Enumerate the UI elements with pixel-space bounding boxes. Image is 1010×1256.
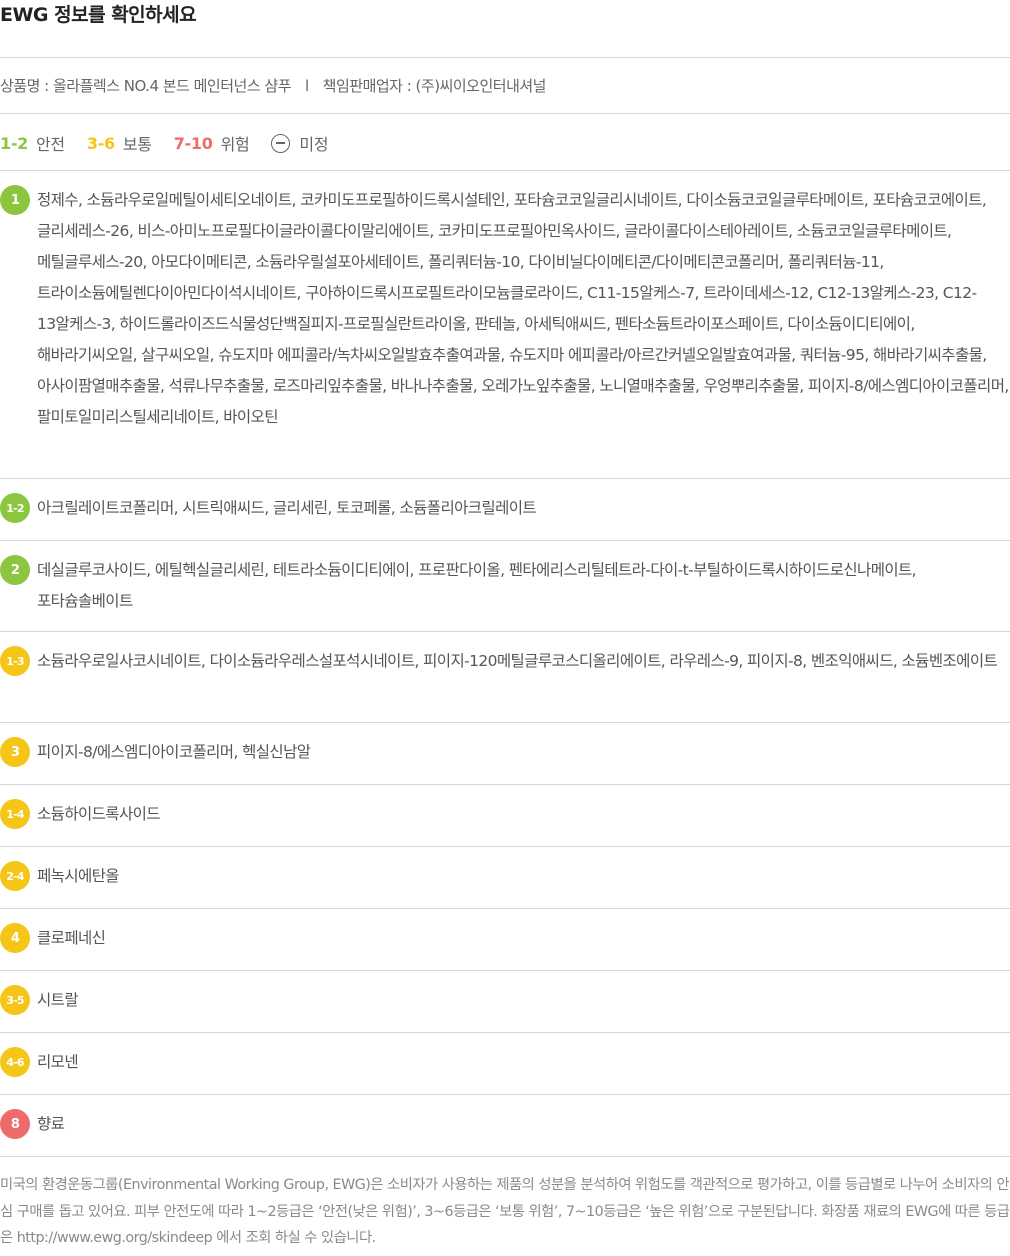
- ingredient-group: 3-5 시트랄: [0, 970, 1010, 1032]
- legend-range: 1-2: [0, 133, 29, 153]
- grade-badge: 1-2: [0, 493, 30, 523]
- grade-badge: 3-5: [0, 985, 30, 1015]
- grade-badge: 4: [0, 923, 30, 953]
- ingredient-list: 소듐라우로일사코시네이트, 다이소듐라우레스설포석시네이트, 피이지-120메틸…: [37, 652, 998, 670]
- ingredient-list: 피이지-8/에스엠디아이코폴리머, 헥실신남알: [37, 743, 311, 761]
- grade-badge: 4-6: [0, 1047, 30, 1077]
- ingredient-list: 페녹시에탄올: [37, 867, 120, 885]
- grade-badge: 1-3: [0, 646, 30, 676]
- legend-safe: 1-2 안전: [0, 131, 65, 155]
- minus-circle-icon: [271, 133, 291, 153]
- ingredient-group: 4-6 리모넨: [0, 1032, 1010, 1094]
- grade-badge: 3: [0, 737, 30, 767]
- ingredient-list: 정제수, 소듐라우로일메틸이세티오네이트, 코카미도프로필하이드록시설테인, 포…: [37, 191, 1009, 426]
- page-title: EWG 정보를 확인하세요: [0, 4, 197, 26]
- legend-label: 보통: [122, 135, 152, 154]
- legend-label: 위험: [220, 135, 250, 154]
- product-maker: 책임판매업자 : (주)씨이오인터내셔널: [322, 77, 547, 95]
- grade-badge: 1: [0, 185, 30, 215]
- legend-danger: 7-10 위험: [174, 131, 250, 155]
- legend-undetermined: 미정: [271, 131, 329, 155]
- ingredient-list: 시트랄: [37, 991, 79, 1009]
- ingredient-group: 1-4 소듐하이드록사이드: [0, 784, 1010, 846]
- legend-range: 3-6: [86, 133, 115, 153]
- legend-range: 7-10: [173, 133, 213, 153]
- grade-badge: 8: [0, 1109, 30, 1139]
- grade-badge: 2: [0, 555, 30, 585]
- ingredient-list: 리모넨: [37, 1053, 79, 1071]
- ingredient-group: 1-3 소듐라우로일사코시네이트, 다이소듐라우레스설포석시네이트, 피이지-1…: [0, 631, 1010, 722]
- legend-label: 안전: [36, 135, 65, 154]
- ingredient-group: 4 클로페네신: [0, 908, 1010, 970]
- ingredient-list: 데실글루코사이드, 에틸헥실글리세린, 테트라소듐이디티에이, 프로판다이올, …: [37, 561, 917, 610]
- ingredient-group: 1 정제수, 소듐라우로일메틸이세티오네이트, 코카미도프로필하이드록시설테인,…: [0, 170, 1010, 478]
- grade-badge: 2-4: [0, 861, 30, 891]
- ingredient-list: 향료: [37, 1115, 65, 1133]
- ingredient-group: 2 데실글루코사이드, 에틸헥실글리세린, 테트라소듐이디티에이, 프로판다이올…: [0, 540, 1010, 631]
- ingredient-list: 소듐하이드록사이드: [37, 805, 161, 823]
- product-separator: l: [305, 77, 309, 95]
- legend-label: 미정: [299, 135, 329, 154]
- ingredient-group: 8 향료: [0, 1094, 1010, 1156]
- product-name: 상품명 : 올라플렉스 NO.4 본드 메인터넌스 샴푸: [0, 77, 292, 95]
- ewg-description: 미국의 환경운동그룹(Environmental Working Group, …: [0, 1177, 1010, 1246]
- ingredient-list: 아크릴레이트코폴리머, 시트릭애씨드, 글리세린, 토코페롤, 소듐폴리아크릴레…: [37, 499, 537, 517]
- ingredient-group: 3 피이지-8/에스엠디아이코폴리머, 헥실신남알: [0, 722, 1010, 784]
- legend-moderate: 3-6 보통: [87, 131, 152, 155]
- grade-legend: 1-2 안전 3-6 보통 7-10 위험 미정: [0, 131, 350, 155]
- divider: [0, 1156, 1010, 1157]
- divider: [0, 113, 1010, 114]
- ingredient-list: 클로페네신: [37, 929, 106, 947]
- divider: [0, 57, 1010, 58]
- ingredient-group: 2-4 페녹시에탄올: [0, 846, 1010, 908]
- grade-badge: 1-4: [0, 799, 30, 829]
- ingredient-group: 1-2 아크릴레이트코폴리머, 시트릭애씨드, 글리세린, 토코페롤, 소듐폴리…: [0, 478, 1010, 540]
- product-info: 상품명 : 올라플렉스 NO.4 본드 메인터넌스 샴푸 l 책임판매업자 : (주…: [0, 75, 546, 96]
